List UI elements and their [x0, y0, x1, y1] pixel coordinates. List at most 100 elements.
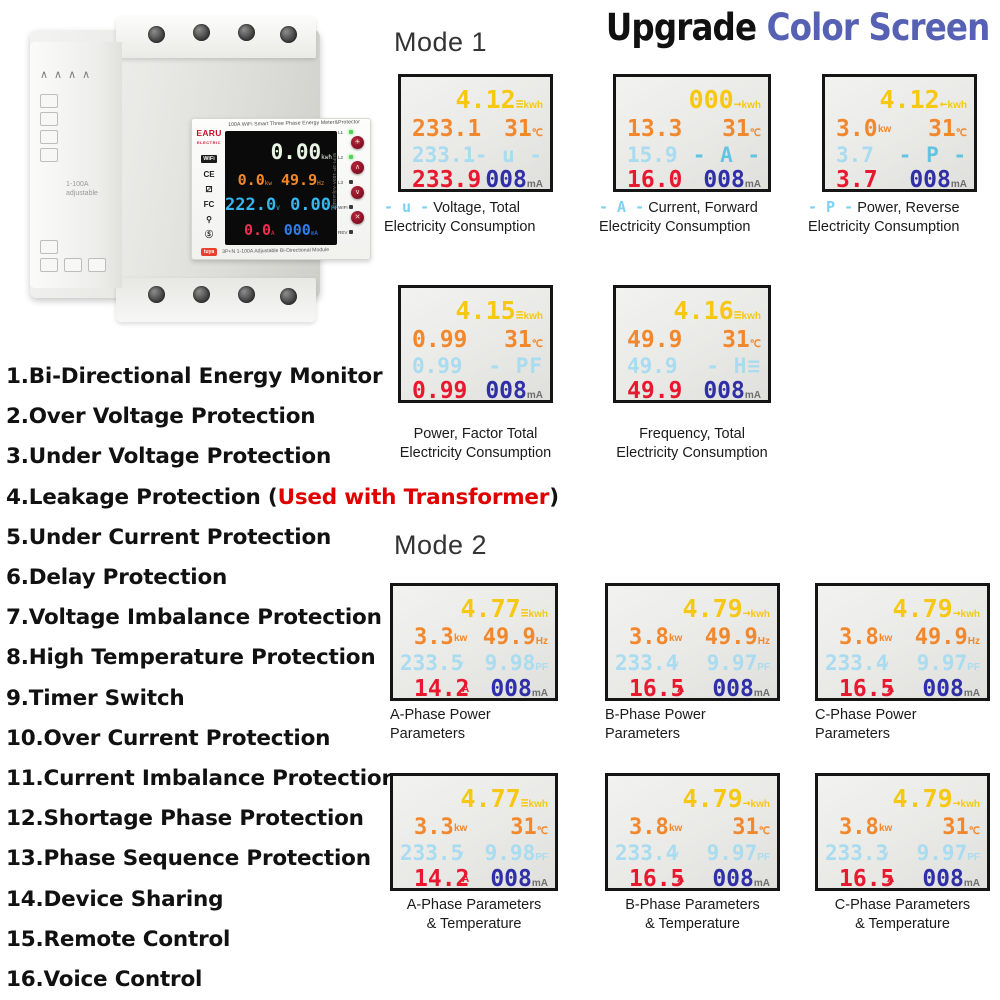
freq-unit: Hz: [757, 636, 770, 647]
panel-line-2: 233.1 31℃: [408, 116, 543, 142]
panel-line-4: 3.7 008mA: [832, 167, 967, 192]
line2-left-unit: kw: [878, 124, 892, 135]
lcd-panel-b-phase-power: 4.79→kwh 3.8 kw 49.9Hz 233.4 v 9.97PF 16.5…: [605, 583, 780, 744]
panel-caption: A-Phase Parameters & Temperature: [390, 896, 558, 934]
line2-right-unit: ℃: [749, 339, 761, 350]
device-lcd-energy-row: 0.00kwh: [225, 140, 337, 164]
freq-value: 49.9: [704, 625, 758, 650]
feature-item: 15.Remote Control: [6, 920, 390, 960]
energy-value: 4.79: [682, 594, 743, 623]
device-button-down[interactable]: ∨: [351, 186, 364, 199]
freq-unit: Hz: [535, 636, 548, 647]
feature-text: 16.Voice Control: [6, 967, 203, 993]
panel-line-2: 49.9 31℃: [623, 327, 761, 353]
line2-left-value: 0.99: [412, 327, 468, 353]
device-lcd-freq-unit: Hz: [317, 180, 325, 187]
pf-value: 9.98: [484, 841, 536, 865]
panel-line-energy: 000→kwh: [623, 85, 761, 114]
feature-item: 16.Voice Control: [6, 960, 390, 1000]
freq-value: 49.9: [914, 625, 968, 650]
energy-value: 4.15: [455, 296, 516, 325]
panel-line-energy: 4.79→kwh: [615, 594, 771, 623]
feature-item: 9.Timer Switch: [6, 679, 390, 719]
led-indicator-l1: [349, 130, 353, 134]
panel-line-2: 0.99 31℃: [408, 327, 543, 353]
leak-unit: mA: [531, 878, 548, 889]
led-indicator-l2: [349, 155, 353, 159]
panel-line-current-leak: 16.5 A 008mA: [825, 676, 980, 698]
pf-unit: PF: [535, 662, 548, 673]
voltage-unit: v: [673, 659, 679, 670]
line3-symbol: - P -: [898, 143, 967, 167]
energy-unit: kwh: [741, 100, 761, 111]
line3-left-value: 3.7: [836, 143, 874, 167]
voltage-unit: v: [673, 849, 679, 860]
line2-right-value: 31: [722, 116, 750, 142]
wiring-hole: [88, 258, 106, 272]
temp-value: 31: [732, 815, 759, 840]
power-unit: kw: [454, 633, 468, 644]
temp-unit: ℃: [968, 826, 980, 837]
feature-item: 8.High Temperature Protection: [6, 638, 390, 678]
device-button-settings[interactable]: ☀: [351, 136, 364, 149]
current-unit: A: [462, 684, 470, 695]
feature-text: 6.Delay Protection: [6, 565, 228, 591]
device-button-up[interactable]: ∧: [351, 161, 364, 174]
panel-line-energy: 4.77≡kwh: [400, 594, 549, 623]
panel-line-voltage-pf: 233.3 v 9.97PF: [825, 841, 980, 865]
line2-left-value: 13.3: [627, 116, 683, 142]
feature-text: 3.Under Voltage Protection: [6, 444, 332, 470]
line4-leak-unit: mA: [526, 179, 543, 190]
feature-note: Used with Transformer: [277, 484, 550, 510]
panel-caption: Power, Factor Total Electricity Consumpt…: [398, 425, 553, 463]
current-unit: A: [677, 874, 685, 885]
energy-unit: kwh: [750, 609, 770, 620]
power-value: 3.8: [839, 625, 879, 650]
feature-text: 10.Over Current Protection: [6, 725, 331, 751]
control-row-l1: L1 ☀: [338, 127, 368, 152]
power-value: 3.3: [414, 815, 454, 840]
line4-left-value: 16.0: [627, 167, 683, 192]
lcd-panel-power-reverse: 4.12←kwh 3.0 kw 31℃ 3.7 - P - 3.7 008mA - …: [808, 74, 977, 237]
wiring-hole: [40, 258, 58, 272]
feature-text: 8.High Temperature Protection: [6, 645, 376, 671]
feature-text: 7.Voltage Imbalance Protection: [6, 605, 382, 631]
line2-right-unit: ℃: [749, 128, 761, 139]
feature-text: 2.Over Voltage Protection: [6, 404, 316, 430]
leak-value: 008: [712, 676, 754, 701]
device-lcd-pf-value: 0.00: [290, 195, 332, 215]
energy-value: 4.77: [460, 784, 521, 813]
feature-item: 10.Over Current Protection: [6, 719, 390, 759]
line2-right-value: 31: [722, 327, 750, 353]
feature-item: 13.Phase Sequence Protection: [6, 839, 390, 879]
energy-unit: kwh: [947, 100, 967, 111]
device-lcd-energy-value: 0.00: [270, 140, 322, 164]
headline-part1: Upgrade: [605, 6, 757, 49]
line4-left-value: 3.7: [836, 167, 878, 192]
panel-line-voltage-pf: 233.4 v 9.97PF: [615, 841, 770, 865]
device-product-photo: ∧∧∧∧ 1-100A adjustable 100A WiFi Smart T…: [8, 8, 371, 338]
feature-text: 1.Bi-Directional Energy Monitor: [6, 364, 383, 389]
lcd-panel-power-factor-total: 4.15≡kwh 0.99 31℃ 0.99 - PF 0.99 008mA Po…: [398, 285, 553, 463]
panel-line-energy: 4.79→kwh: [825, 594, 981, 623]
pf-unit: PF: [757, 662, 770, 673]
panel-line-3: 3.7 - P -: [832, 143, 967, 167]
control-row-wifi: WIFI ✕: [338, 202, 368, 227]
panel-line-voltage-pf: 233.4 v 9.97PF: [825, 651, 980, 675]
earu-logo-subtext: ELECTRIC: [197, 140, 221, 145]
terminal-screw: [193, 24, 210, 41]
panel-line-current-leak: 14.2 A 008mA: [400, 866, 548, 889]
energy-direction-mark: ≡: [520, 606, 529, 621]
power-unit: kw: [454, 823, 468, 834]
caption-line1: B-Phase Parameters: [625, 897, 760, 913]
device-lcd-current-unit: A: [271, 230, 275, 237]
voltage-value: 233.5: [400, 651, 464, 675]
line3-symbol: - u -: [474, 143, 543, 167]
pf-value: 9.98: [484, 651, 536, 675]
line3-left-value: 233.1: [412, 143, 476, 167]
panel-line-4: 49.9 008mA: [623, 378, 761, 400]
device-button-reset[interactable]: ✕: [351, 211, 364, 224]
panel-line-power-temp: 3.8 kw 31℃: [825, 815, 980, 840]
control-label-l2: L2: [338, 155, 344, 160]
panel-line-power-temp: 3.8 kw 31℃: [615, 815, 770, 840]
